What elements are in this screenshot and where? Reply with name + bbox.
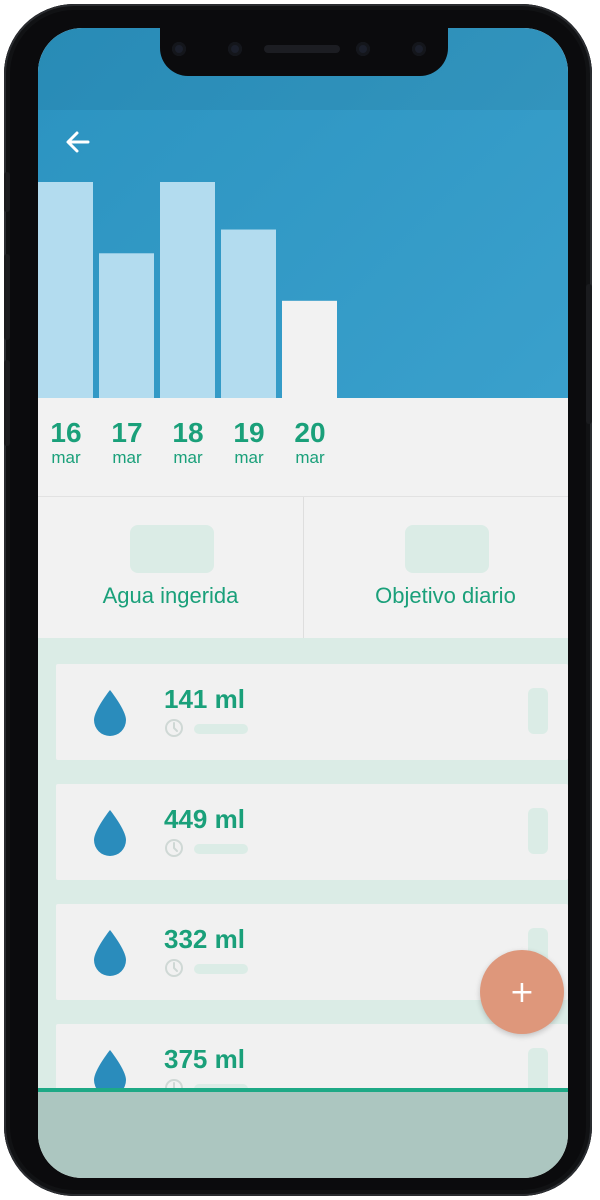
notch [160,28,448,76]
date-label[interactable]: 16 mar [38,418,94,468]
daily-goal-label: Objetivo diario [375,583,516,608]
intake-list: 141 ml 449 ml 332 ml 375 ml [38,638,568,1088]
clock-icon [165,839,183,857]
date-label[interactable]: 18 mar [160,418,216,468]
list-item[interactable]: 141 ml [56,664,568,760]
summary-panel: Agua ingerida Objetivo diario [38,496,568,639]
intake-amount: 141 ml [164,684,245,714]
clock-icon [165,719,183,737]
date-day: 20 [294,417,326,448]
time-placeholder [194,844,248,854]
date-label[interactable]: 17 mar [99,418,155,468]
clock-icon [165,1079,183,1088]
water-chart [38,182,337,398]
add-water-button[interactable]: + [480,950,564,1034]
water-drop-icon [94,810,126,856]
sensor-dot [356,42,370,56]
date-label[interactable]: 20 mar [282,418,338,468]
water-drop-icon [94,690,126,736]
date-day: 16 [50,417,82,448]
chart-bar[interactable] [38,182,93,398]
time-placeholder [194,964,248,974]
list-item[interactable]: 375 ml [56,1024,568,1088]
chart-bar[interactable] [160,182,215,398]
phone-power-button [586,284,592,424]
front-camera [228,42,242,56]
water-intake-value-placeholder [130,525,214,573]
date-day: 18 [172,417,204,448]
water-intake-label: Agua ingerida [102,583,239,608]
earpiece-speaker [264,45,340,53]
time-placeholder [194,724,248,734]
date-axis: 16 mar 17 mar 18 mar 19 mar 20 mar [38,398,568,496]
plus-icon: + [509,974,535,1010]
date-month: mar [234,448,264,467]
screen: 16 mar 17 mar 18 mar 19 mar 20 mar Agua … [38,28,568,1178]
bottom-bar [38,1092,568,1178]
date-month: mar [173,448,203,467]
list-item[interactable]: 449 ml [56,784,568,880]
daily-goal-value-placeholder [405,525,489,573]
water-drop-icon [94,1050,126,1088]
arrow-left-icon [66,131,90,153]
row-menu-placeholder[interactable] [528,688,548,734]
phone-volume-up [4,254,10,340]
chart-header [38,28,568,398]
daily-goal-card: Objetivo diario [313,497,568,639]
date-month: mar [295,448,325,467]
phone-mute-switch [4,172,10,212]
date-day: 17 [111,417,143,448]
date-day: 19 [233,417,265,448]
chart-bar[interactable] [99,253,154,398]
phone-frame: 16 mar 17 mar 18 mar 19 mar 20 mar Agua … [4,4,592,1196]
row-menu-placeholder[interactable] [528,808,548,854]
sensor-dot [172,42,186,56]
row-menu-placeholder[interactable] [528,1048,548,1088]
date-label[interactable]: 19 mar [221,418,277,468]
back-button[interactable] [60,124,96,160]
water-intake-card: Agua ingerida [38,497,304,639]
phone-volume-down [4,360,10,446]
water-drop-icon [94,930,126,976]
date-month: mar [51,448,81,467]
intake-amount: 375 ml [164,1044,245,1074]
clock-icon [165,959,183,977]
intake-amount: 449 ml [164,804,245,834]
chart-bar[interactable] [221,229,276,398]
sensor-dot [412,42,426,56]
date-month: mar [112,448,142,467]
chart-bar[interactable] [282,300,337,398]
intake-amount: 332 ml [164,924,245,954]
